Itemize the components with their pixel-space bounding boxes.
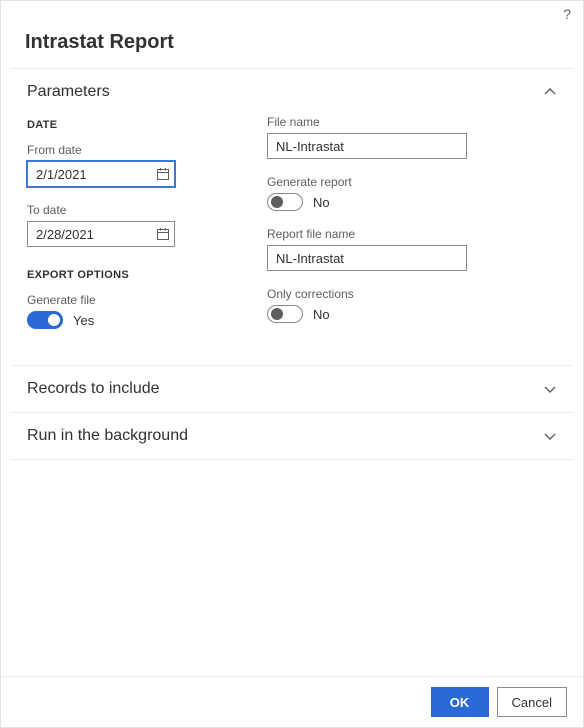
only-corrections-toggle[interactable]	[267, 305, 303, 323]
only-corrections-field: Only corrections No	[267, 287, 467, 323]
section-background: Run in the background	[11, 412, 573, 460]
to-date-wrapper	[27, 221, 175, 247]
section-parameters-title: Parameters	[27, 83, 110, 101]
file-name-field: File name	[267, 115, 467, 159]
only-corrections-value: No	[313, 307, 330, 322]
chevron-down-icon	[543, 429, 557, 443]
to-date-label: To date	[27, 203, 207, 217]
report-file-name-wrapper	[267, 245, 467, 271]
dialog-footer: OK Cancel	[1, 676, 583, 727]
generate-file-field: Generate file Yes	[27, 293, 207, 329]
help-row: ?	[1, 1, 583, 27]
generate-report-value: No	[313, 195, 330, 210]
generate-file-label: Generate file	[27, 293, 207, 307]
chevron-up-icon	[543, 85, 557, 99]
report-file-name-field: Report file name	[267, 227, 467, 271]
toggle-knob	[271, 308, 283, 320]
file-name-label: File name	[267, 115, 467, 129]
right-column: File name Generate report No	[267, 115, 467, 345]
generate-report-field: Generate report No	[267, 175, 467, 211]
report-file-name-input[interactable]	[267, 245, 467, 271]
from-date-input[interactable]	[27, 161, 175, 187]
section-background-header[interactable]: Run in the background	[11, 413, 573, 459]
section-records-header[interactable]: Records to include	[11, 366, 573, 412]
toggle-knob	[48, 314, 60, 326]
generate-report-label: Generate report	[267, 175, 467, 189]
cancel-button[interactable]: Cancel	[497, 687, 567, 717]
from-date-label: From date	[27, 143, 207, 157]
file-name-input[interactable]	[267, 133, 467, 159]
section-parameters-header[interactable]: Parameters	[11, 69, 573, 115]
dialog-content: Parameters DATE From date	[1, 68, 583, 676]
toggle-knob	[271, 196, 283, 208]
report-file-name-label: Report file name	[267, 227, 467, 241]
dialog-title: Intrastat Report	[1, 27, 583, 68]
from-date-field: From date	[27, 143, 207, 187]
ok-button[interactable]: OK	[431, 687, 489, 717]
file-name-wrapper	[267, 133, 467, 159]
date-group-heading: DATE	[27, 119, 207, 131]
generate-report-toggle-row: No	[267, 193, 467, 211]
calendar-icon[interactable]	[156, 167, 170, 181]
chevron-down-icon	[543, 382, 557, 396]
left-column: DATE From date	[27, 115, 207, 345]
help-icon[interactable]: ?	[563, 6, 571, 22]
generate-file-value: Yes	[73, 313, 94, 328]
only-corrections-toggle-row: No	[267, 305, 467, 323]
section-background-title: Run in the background	[27, 427, 188, 445]
dialog-pane: ? Intrastat Report Parameters DATE From …	[0, 0, 584, 728]
calendar-icon[interactable]	[156, 227, 170, 241]
generate-report-toggle[interactable]	[267, 193, 303, 211]
from-date-wrapper	[27, 161, 175, 187]
generate-file-toggle[interactable]	[27, 311, 63, 329]
export-group-heading: EXPORT OPTIONS	[27, 269, 207, 281]
section-parameters-body: DATE From date	[11, 115, 573, 365]
section-records-title: Records to include	[27, 380, 160, 398]
generate-file-toggle-row: Yes	[27, 311, 207, 329]
section-records: Records to include	[11, 365, 573, 412]
to-date-field: To date	[27, 203, 207, 247]
to-date-input[interactable]	[27, 221, 175, 247]
section-parameters: Parameters DATE From date	[11, 68, 573, 365]
only-corrections-label: Only corrections	[267, 287, 467, 301]
